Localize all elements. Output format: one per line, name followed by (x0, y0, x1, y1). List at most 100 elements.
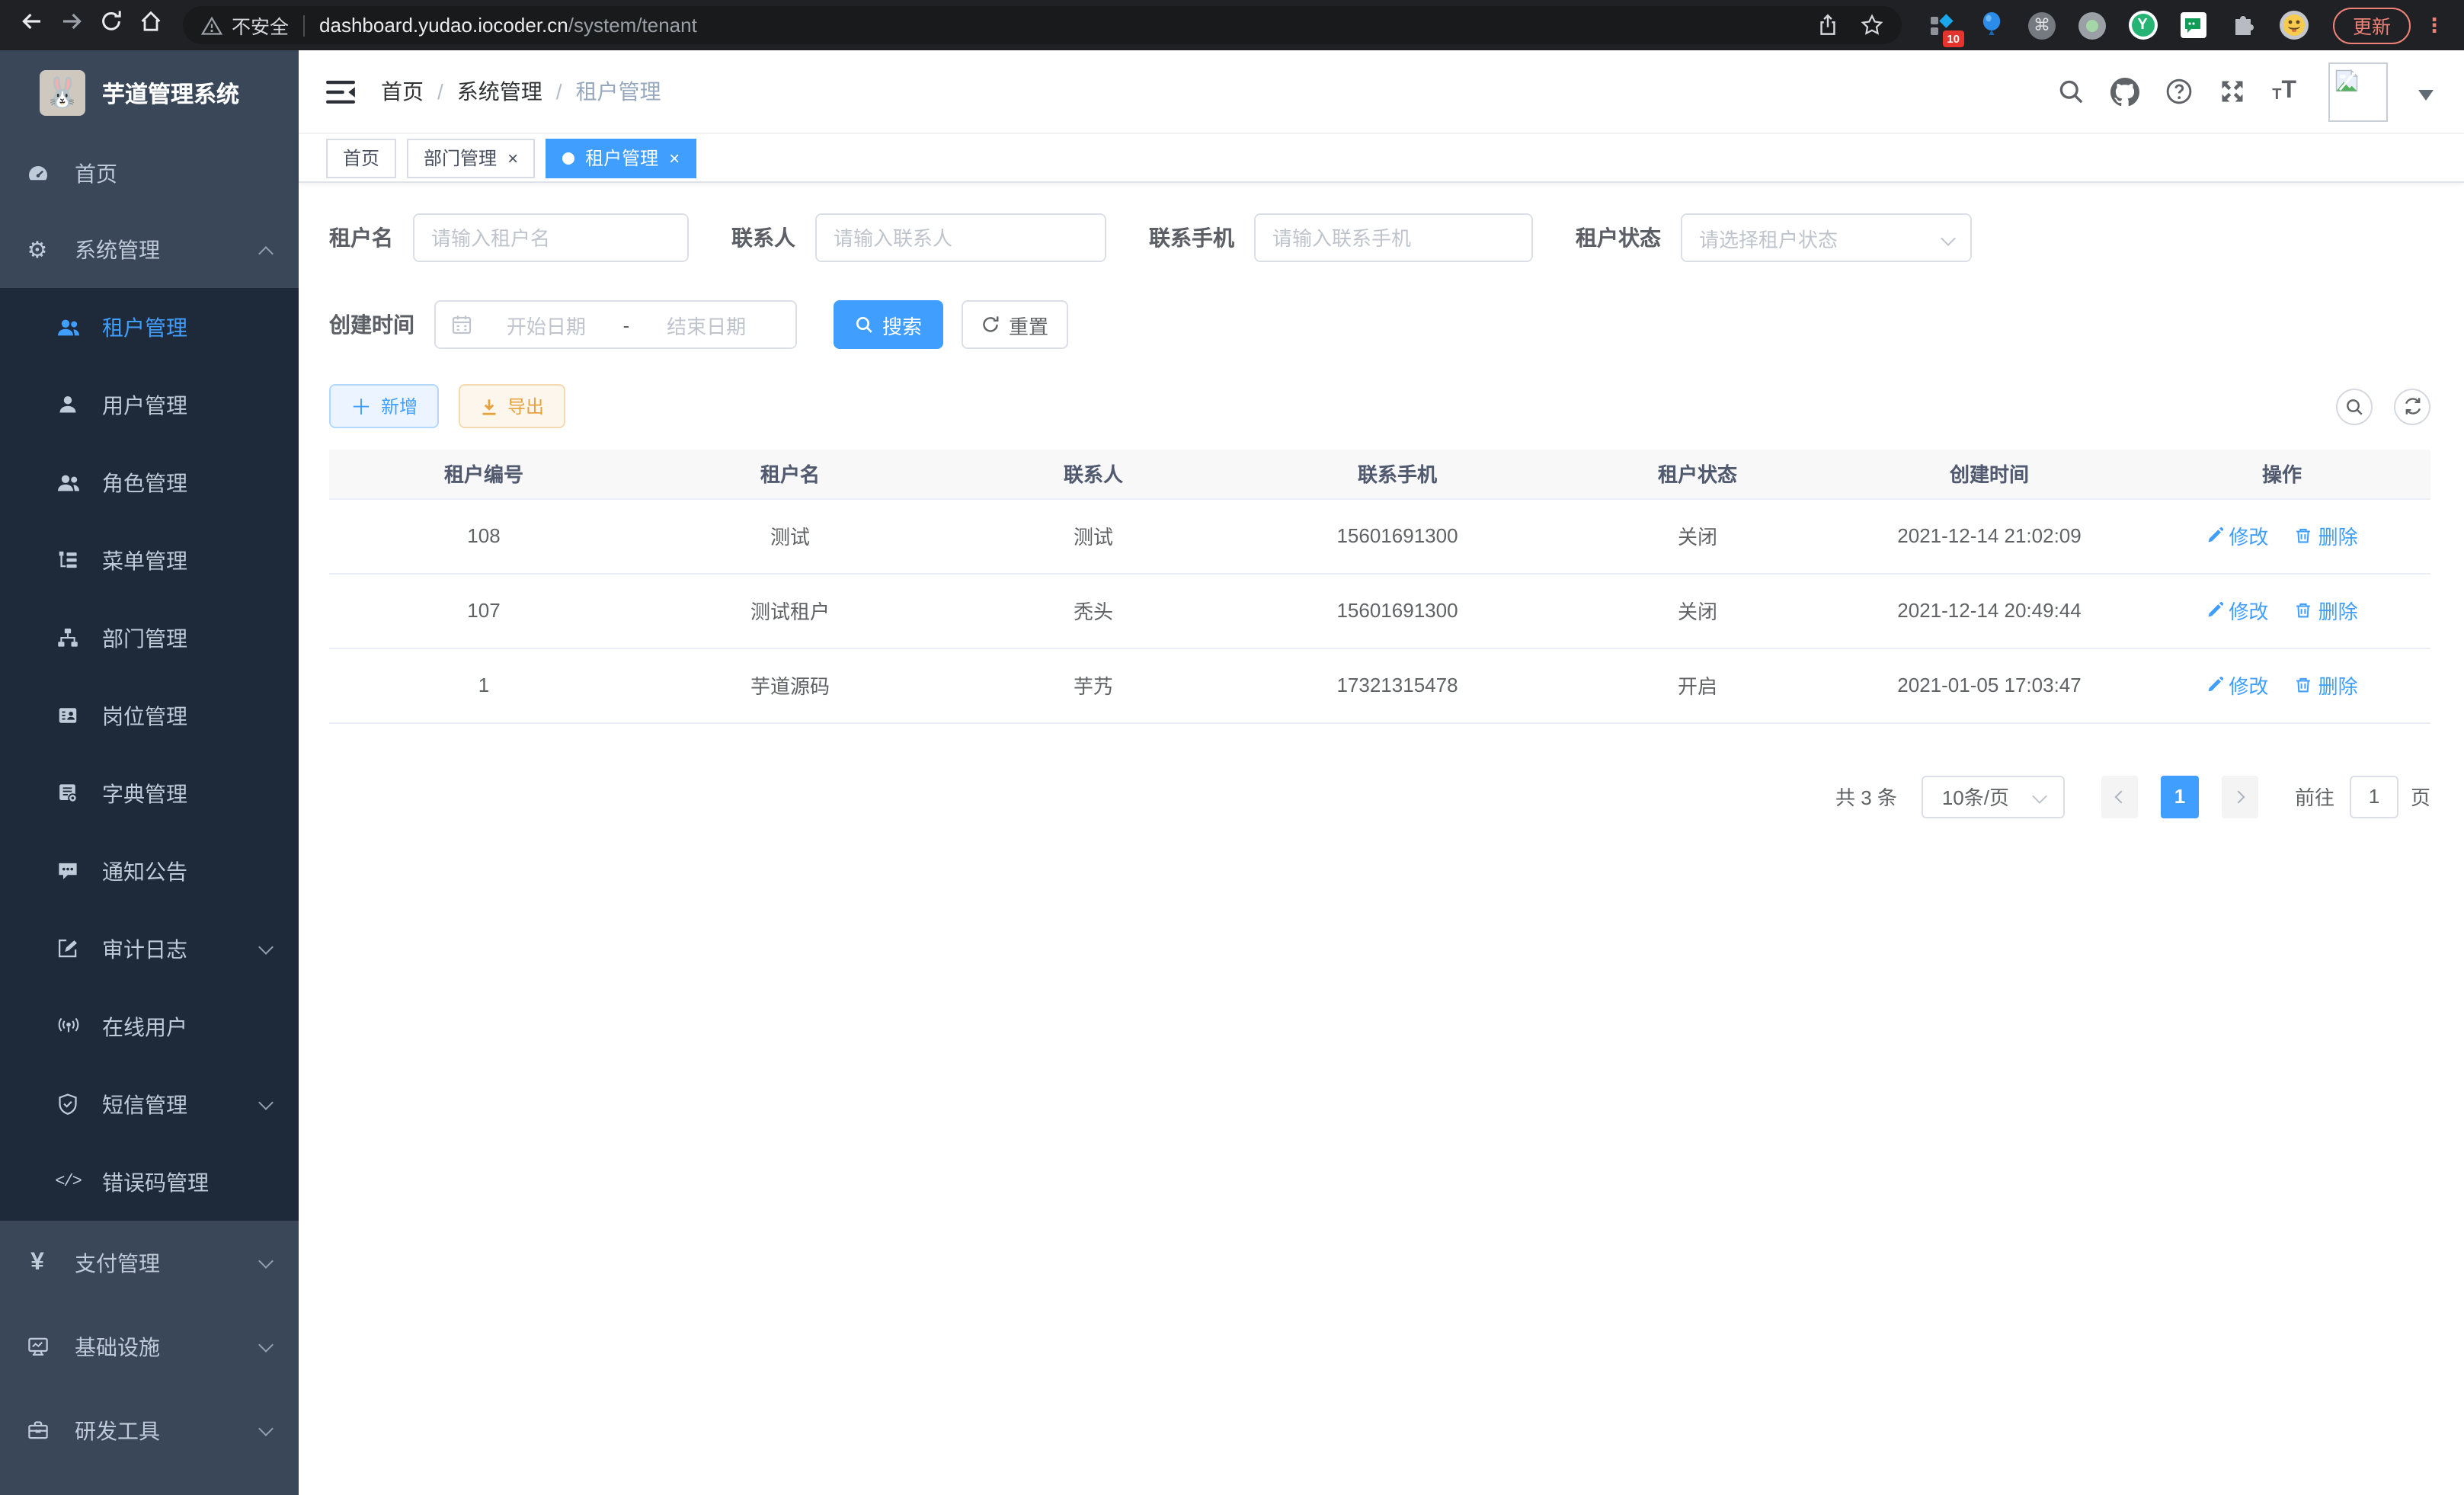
sidebar-item-home[interactable]: 首页 (0, 136, 299, 212)
extension-chat-icon[interactable] (2178, 10, 2208, 40)
sidebar-item-pay[interactable]: ¥ 支付管理 (0, 1221, 299, 1305)
delete-link[interactable]: 删除 (2296, 521, 2358, 550)
share-icon[interactable] (1816, 14, 1839, 37)
pagination-total: 共 3 条 (1835, 782, 1897, 811)
breadcrumb-system[interactable]: 系统管理 (457, 76, 542, 107)
toggle-search-button[interactable] (2336, 388, 2373, 424)
status-select[interactable]: 请选择租户状态 (1681, 213, 1972, 262)
fullscreen-icon[interactable] (2219, 78, 2246, 105)
back-icon (20, 9, 44, 41)
contact-input[interactable] (815, 213, 1106, 262)
sidebar-item-dev-tools[interactable]: 研发工具 (0, 1388, 299, 1472)
search-icon[interactable] (2057, 78, 2085, 105)
online-signal-icon (55, 1015, 81, 1038)
delete-link[interactable]: 删除 (2296, 596, 2358, 625)
sidebar-item-dept[interactable]: 部门管理 (0, 599, 299, 677)
sidebar-item-sms[interactable]: 短信管理 (0, 1065, 299, 1143)
browser-menu-icon[interactable]: ⋮ (2424, 13, 2444, 37)
download-icon (480, 397, 498, 415)
add-button[interactable]: ＋ 新增 (329, 384, 439, 428)
close-icon[interactable]: × (669, 149, 680, 167)
sidebar-item-post[interactable]: 岗位管理 (0, 677, 299, 754)
tag-home[interactable]: 首页 (326, 138, 396, 178)
sidebar-item-label: 岗位管理 (102, 700, 187, 731)
table-header-row: 租户编号 租户名 联系人 联系手机 租户状态 创建时间 操作 (329, 450, 2430, 498)
field-label: 租户状态 (1576, 222, 1661, 253)
browser-update-button[interactable]: 更新 (2333, 7, 2411, 43)
sidebar-item-dict[interactable]: 字典管理 (0, 754, 299, 832)
filter-mobile: 联系手机 (1149, 213, 1533, 262)
sidebar-item-online-users[interactable]: 在线用户 (0, 988, 299, 1065)
prev-page-button[interactable] (2101, 775, 2138, 818)
extensions-puzzle-icon[interactable] (2228, 10, 2258, 40)
bookmark-star-icon[interactable] (1861, 14, 1883, 37)
export-button[interactable]: 导出 (459, 384, 565, 428)
sidebar-item-system[interactable]: ⚙ 系统管理 (0, 212, 299, 288)
extension-balloon-icon[interactable] (1976, 10, 2007, 40)
cell-mobile: 15601691300 (1245, 573, 1550, 648)
browser-toolbar: 不安全 dashboard.yudao.iocoder.cn/system/te… (0, 0, 2464, 50)
next-page-button[interactable] (2222, 775, 2258, 818)
toolbox-icon (24, 1419, 50, 1442)
table-row: 107 测试租户 秃头 15601691300 关闭 2021-12-14 20… (329, 573, 2430, 648)
sidebar-item-notice[interactable]: 通知公告 (0, 832, 299, 910)
chevron-down-icon (2031, 789, 2046, 804)
tenant-name-input[interactable] (413, 213, 689, 262)
extension-grid-icon[interactable]: 10 (1926, 10, 1957, 40)
date-range-picker[interactable]: 开始日期 - 结束日期 (434, 300, 797, 349)
mobile-input[interactable] (1254, 213, 1533, 262)
sidebar-collapse-button[interactable] (326, 78, 355, 104)
cell-contact: 芋艿 (942, 648, 1245, 722)
active-dot (562, 152, 574, 164)
sidebar-item-tenant[interactable]: 租户管理 (0, 288, 299, 366)
extension-command-icon[interactable]: ⌘ (2027, 10, 2057, 40)
url-bar[interactable]: 不安全 dashboard.yudao.iocoder.cn/system/te… (183, 6, 1902, 44)
browser-home-button[interactable] (131, 5, 171, 45)
close-icon[interactable]: × (507, 149, 518, 167)
browser-reload-button[interactable] (91, 5, 131, 45)
table-row: 108 测试 测试 15601691300 关闭 2021-12-14 21:0… (329, 498, 2430, 573)
sidebar-item-error-code[interactable]: </> 错误码管理 (0, 1143, 299, 1221)
browser-forward-button[interactable] (52, 5, 91, 45)
search-button[interactable]: 搜索 (834, 300, 943, 349)
avatar[interactable] (2328, 62, 2388, 121)
sidebar-logo-row[interactable]: 🐰 芋道管理系统 (0, 50, 299, 136)
cell-mobile: 17321315478 (1245, 648, 1550, 722)
extension-y-icon[interactable]: Y (2127, 10, 2158, 40)
github-icon[interactable] (2110, 77, 2139, 106)
profile-avatar-icon[interactable] (2278, 10, 2309, 40)
cell-contact: 秃头 (942, 573, 1245, 648)
page-size-select[interactable]: 10条/页 (1922, 775, 2065, 818)
screen: 不安全 dashboard.yudao.iocoder.cn/system/te… (0, 0, 2464, 1495)
delete-link[interactable]: 删除 (2296, 671, 2358, 699)
sidebar-item-label: 字典管理 (102, 778, 187, 808)
sidebar-item-audit-log[interactable]: 审计日志 (0, 910, 299, 988)
cell-created: 2021-12-14 21:02:09 (1845, 498, 2133, 573)
edit-link[interactable]: 修改 (2206, 596, 2268, 625)
tag-dept[interactable]: 部门管理 × (407, 138, 535, 178)
field-label: 联系人 (731, 222, 795, 253)
tenant-users-icon (55, 315, 81, 339)
sidebar-item-role[interactable]: 角色管理 (0, 443, 299, 521)
main-area: 首页 / 系统管理 / 租户管理 (299, 50, 2464, 1495)
sidebar-item-label: 用户管理 (102, 389, 187, 420)
breadcrumb-home[interactable]: 首页 (381, 76, 424, 107)
col-contact: 联系人 (942, 450, 1245, 498)
reset-button[interactable]: 重置 (962, 300, 1068, 349)
tag-tenant[interactable]: 租户管理 × (546, 138, 696, 178)
sidebar-item-infra[interactable]: 基础设施 (0, 1305, 299, 1388)
refresh-table-button[interactable] (2394, 388, 2430, 424)
edit-link[interactable]: 修改 (2206, 521, 2268, 550)
edit-link[interactable]: 修改 (2206, 671, 2268, 699)
font-size-icon[interactable]: TT (2272, 79, 2296, 104)
edit-label: 修改 (2229, 521, 2268, 550)
goto-page-input[interactable] (2350, 775, 2398, 818)
help-icon[interactable] (2165, 78, 2193, 105)
sidebar-item-menu[interactable]: 菜单管理 (0, 521, 299, 599)
avatar-caret-icon[interactable] (2418, 90, 2434, 108)
reset-label: 重置 (1009, 310, 1048, 339)
current-page-button[interactable]: 1 (2161, 775, 2199, 818)
sidebar-item-user[interactable]: 用户管理 (0, 366, 299, 443)
extension-record-icon[interactable] (2077, 10, 2107, 40)
browser-back-button[interactable] (12, 5, 52, 45)
